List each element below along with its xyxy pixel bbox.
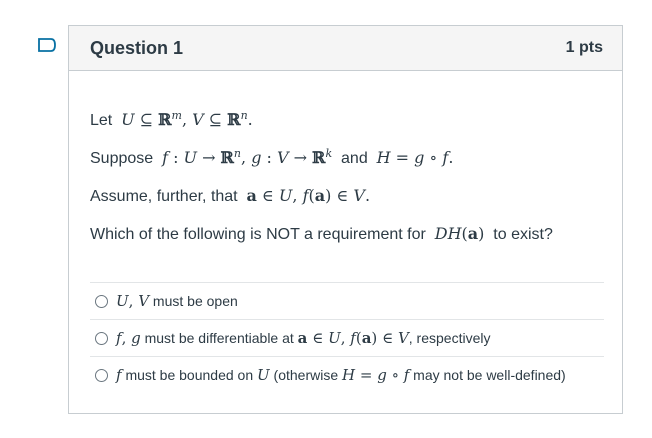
radio-button-icon[interactable] bbox=[95, 331, 108, 345]
radio-button-icon[interactable] bbox=[95, 368, 108, 382]
line2-middle: and bbox=[336, 150, 373, 167]
question-header: Question 1 1 pts bbox=[69, 26, 622, 71]
answer-3-math-2: U bbox=[257, 366, 270, 384]
line3-prefix: Assume, further, that bbox=[90, 188, 243, 205]
question-line-1: Let U ⊆ ℝm, V ⊆ ℝn. bbox=[90, 110, 602, 131]
answer-list: U, V must be open f, g must be different… bbox=[90, 282, 604, 393]
question-title: Question 1 bbox=[90, 37, 184, 58]
question-line-2: Suppose f : U → ℝn, g : V → ℝk and H = g… bbox=[90, 148, 602, 169]
answer-option-3[interactable]: f must be bounded on U (otherwise H = g … bbox=[90, 356, 604, 393]
answer-3-math-3: H = g ∘ f bbox=[342, 366, 410, 384]
answer-3-text-3: may not be well-defined) bbox=[409, 367, 566, 383]
question-points: 1 pts bbox=[565, 39, 603, 56]
line1-math: U ⊆ ℝm, V ⊆ ℝn. bbox=[121, 109, 253, 129]
question-line-3: Assume, further, that a ∈ U, f(a) ∈ V. bbox=[90, 186, 602, 207]
answer-option-1[interactable]: U, V must be open bbox=[90, 282, 604, 319]
bookmark-flag-icon[interactable] bbox=[37, 37, 57, 53]
line1-prefix: Let bbox=[90, 112, 117, 129]
answer-3-text: must be bounded on bbox=[121, 367, 257, 383]
line4-math: DH(a) bbox=[434, 224, 485, 243]
answer-option-2[interactable]: f, g must be differentiable at a ∈ U, f(… bbox=[90, 319, 604, 356]
line4-suffix: to exist? bbox=[488, 226, 553, 243]
answer-1-math: U, V bbox=[116, 292, 150, 310]
answer-3-text-2: (otherwise bbox=[269, 367, 343, 383]
question-line-4: Which of the following is NOT a requirem… bbox=[90, 224, 602, 245]
line2-prefix: Suppose bbox=[90, 150, 158, 167]
answer-2-math-2: a ∈ U, f(a) ∈ V bbox=[297, 329, 409, 347]
question-text: Let U ⊆ ℝm, V ⊆ ℝn. Suppose f : U → ℝn, … bbox=[90, 110, 602, 245]
answer-1-text: must be open bbox=[149, 293, 238, 309]
answer-2-text: must be differentiable at bbox=[140, 330, 298, 346]
line4-prefix: Which of the following is NOT a requirem… bbox=[90, 226, 431, 243]
line2-math-2: H = g ∘ f. bbox=[376, 148, 454, 167]
question-body: Let U ⊆ ℝm, V ⊆ ℝn. Suppose f : U → ℝn, … bbox=[69, 71, 622, 245]
radio-button-icon[interactable] bbox=[95, 294, 108, 308]
line2-math-1: f : U → ℝn, g : V → ℝk bbox=[162, 147, 333, 167]
line3-math: a ∈ U, f(a) ∈ V. bbox=[246, 186, 371, 205]
question-card: Question 1 1 pts Let U ⊆ ℝm, V ⊆ ℝn. Sup… bbox=[68, 25, 623, 414]
flag-icon-svg bbox=[38, 38, 56, 52]
answer-2-math: f, g bbox=[116, 329, 141, 347]
answer-2-text-2: , respectively bbox=[408, 330, 491, 346]
